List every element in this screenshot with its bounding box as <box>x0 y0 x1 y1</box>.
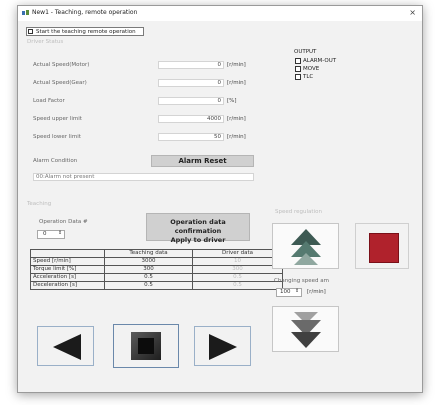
alarm-reset-button[interactable]: Alarm Reset <box>151 155 254 167</box>
confirm-button-line2: Apply to driver <box>170 236 226 244</box>
operation-data-number-stepper[interactable]: 0 ⇕ <box>37 230 65 239</box>
speed-up-icon <box>291 229 321 265</box>
table-header-corner <box>30 249 105 258</box>
row-torque-teaching[interactable]: 300 <box>104 265 193 274</box>
table-row: Torque limit [%] 300 300 <box>30 265 283 274</box>
driver-status-section-label: Driver Status <box>27 39 64 45</box>
table-row: Acceleration [s] 0.5 0.5 <box>30 273 283 282</box>
table-header-driver: Driver data <box>192 249 283 258</box>
tlc-indicator <box>295 74 301 80</box>
output-label: OUTPUT <box>294 49 317 55</box>
jog-reverse-button[interactable] <box>37 326 94 366</box>
left-arrow-icon <box>53 334 81 360</box>
teaching-section-label: Teaching <box>27 201 52 207</box>
right-arrow-icon <box>209 334 237 360</box>
close-icon[interactable]: × <box>409 8 416 17</box>
title-bar: New1 - Teaching, remote operation × <box>18 6 422 21</box>
actual-speed-motor-value: 0 <box>158 61 224 69</box>
actual-speed-gear-unit: [r/min] <box>227 80 246 86</box>
speed-lower-limit-unit: [r/min] <box>227 134 246 140</box>
actual-speed-gear-value: 0 <box>158 79 224 87</box>
stop-button[interactable] <box>113 324 179 368</box>
table-header-row: Teaching data Driver data <box>30 249 283 258</box>
load-factor-label: Load Factor <box>33 98 65 104</box>
speed-lower-limit-label: Speed lower limit <box>33 134 81 140</box>
table-row: Deceleration [s] 0.5 0.5 <box>30 281 283 290</box>
load-factor-value: 0 <box>158 97 224 105</box>
actual-speed-gear-label: Actual Speed(Gear) <box>33 80 87 86</box>
row-torque-driver: 300 <box>192 265 283 274</box>
tlc-label: TLC <box>303 74 314 80</box>
window-title: New1 - Teaching, remote operation <box>32 9 138 16</box>
start-teaching-checkbox-row[interactable]: Start the teaching remote operation <box>26 27 144 36</box>
move-label: MOVE <box>303 66 320 72</box>
changing-speed-stepper[interactable]: 100 ⇕ <box>276 288 302 297</box>
row-acceleration-label: Acceleration [s] <box>30 273 105 282</box>
stop-red-icon <box>369 233 399 263</box>
operation-data-number-value: 0 <box>43 231 47 237</box>
row-speed-teaching[interactable]: 3000 <box>104 257 193 266</box>
load-factor-unit: [%] <box>227 98 237 104</box>
speed-upper-limit-unit: [r/min] <box>227 116 246 122</box>
speed-upper-limit-value[interactable]: 4000 <box>158 115 224 123</box>
speed-down-button[interactable] <box>272 306 339 352</box>
alarm-condition-label: Alarm Condition <box>33 158 78 164</box>
spin-updown-icon[interactable]: ⇕ <box>58 230 62 237</box>
speed-regulation-label: Speed regulation <box>275 209 322 215</box>
row-torque-label: Torque limit [%] <box>30 265 105 274</box>
speed-down-icon <box>291 312 321 348</box>
teaching-data-table: Teaching data Driver data Speed [r/min] … <box>30 249 283 290</box>
speed-lower-limit-value[interactable]: 50 <box>158 133 224 141</box>
row-deceleration-teaching[interactable]: 0.5 <box>104 281 193 290</box>
row-speed-label: Speed [r/min] <box>30 257 105 266</box>
teaching-remote-operation-window: New1 - Teaching, remote operation × Star… <box>17 5 423 393</box>
table-header-teaching: Teaching data <box>104 249 193 258</box>
app-icon <box>22 10 29 15</box>
row-acceleration-teaching[interactable]: 0.5 <box>104 273 193 282</box>
row-deceleration-driver: 0.5 <box>192 281 283 290</box>
alarm-message-field: 00:Alarm not present <box>33 173 254 181</box>
spin-updown-icon[interactable]: ⇕ <box>295 288 299 295</box>
move-indicator <box>295 66 301 72</box>
stop-square-icon <box>131 332 161 360</box>
start-teaching-checkbox[interactable] <box>28 29 33 34</box>
operation-data-confirm-button[interactable]: Operation data confirmation Apply to dri… <box>146 213 250 244</box>
actual-speed-motor-label: Actual Speed(Motor) <box>33 62 90 68</box>
start-teaching-label: Start the teaching remote operation <box>36 29 136 35</box>
row-deceleration-label: Deceleration [s] <box>30 281 105 290</box>
row-speed-driver: 10 <box>192 257 283 266</box>
jog-forward-button[interactable] <box>194 326 251 366</box>
alarm-out-indicator <box>295 58 301 64</box>
speed-upper-limit-label: Speed upper limit <box>33 116 82 122</box>
changing-speed-unit: [r/min] <box>307 289 326 295</box>
speed-up-button[interactable] <box>272 223 339 269</box>
stop-red-button[interactable] <box>355 223 409 269</box>
actual-speed-motor-unit: [r/min] <box>227 62 246 68</box>
alarm-out-label: ALARM-OUT <box>303 58 337 64</box>
changing-speed-label: Changing speed am <box>274 278 330 284</box>
table-row: Speed [r/min] 3000 10 <box>30 257 283 266</box>
changing-speed-value: 100 <box>280 289 291 295</box>
operation-data-number-label: Operation Data # <box>39 219 88 225</box>
row-acceleration-driver: 0.5 <box>192 273 283 282</box>
confirm-button-line1: Operation data confirmation <box>170 218 226 235</box>
